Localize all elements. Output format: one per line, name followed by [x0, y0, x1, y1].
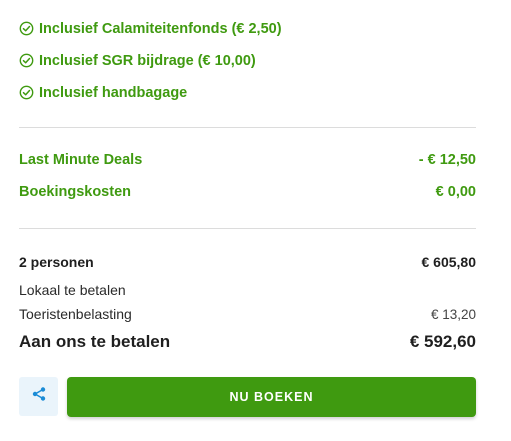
tourist-tax-value: € 13,20	[430, 306, 476, 322]
check-circle-icon	[19, 21, 34, 36]
persons-value: € 605,80	[421, 254, 477, 270]
inclusion-item: Inclusief handbagage	[19, 76, 187, 109]
inclusion-label: Inclusief Calamiteitenfonds (€ 2,50)	[39, 20, 282, 37]
persons-row: 2 personen € 605,80	[19, 254, 476, 270]
fee-label: Boekingskosten	[19, 184, 131, 200]
inclusion-label: Inclusief SGR bijdrage (€ 10,00)	[39, 52, 256, 69]
total-label: Aan ons te betalen	[19, 332, 171, 351]
fee-row: Boekingskosten € 0,00	[19, 184, 476, 200]
inclusion-label: Inclusief handbagage	[39, 84, 188, 101]
share-icon	[31, 386, 47, 407]
total-value: € 592,60	[409, 332, 476, 351]
total-row: Aan ons te betalen € 592,60	[19, 332, 476, 352]
fee-value: € 0,00	[435, 184, 476, 200]
discount-value: - € 12,50	[418, 152, 476, 168]
tourist-tax-label: Toeristenbelasting	[19, 306, 132, 322]
book-now-button[interactable]: NU BOEKEN	[67, 377, 476, 417]
inclusion-item: Inclusief SGR bijdrage (€ 10,00)	[19, 44, 256, 77]
discount-row: Last Minute Deals - € 12,50	[19, 152, 476, 168]
check-circle-icon	[19, 53, 34, 68]
tourist-tax-row: Toeristenbelasting € 13,20	[19, 306, 476, 322]
divider	[19, 127, 476, 128]
local-payment-row: Lokaal te betalen	[19, 282, 476, 298]
divider	[19, 228, 476, 229]
check-circle-icon	[19, 85, 34, 100]
discount-label: Last Minute Deals	[19, 152, 143, 168]
local-payment-label: Lokaal te betalen	[19, 282, 126, 298]
share-button[interactable]	[19, 377, 58, 416]
persons-label: 2 personen	[19, 254, 94, 270]
inclusion-item: Inclusief Calamiteitenfonds (€ 2,50)	[19, 12, 282, 45]
